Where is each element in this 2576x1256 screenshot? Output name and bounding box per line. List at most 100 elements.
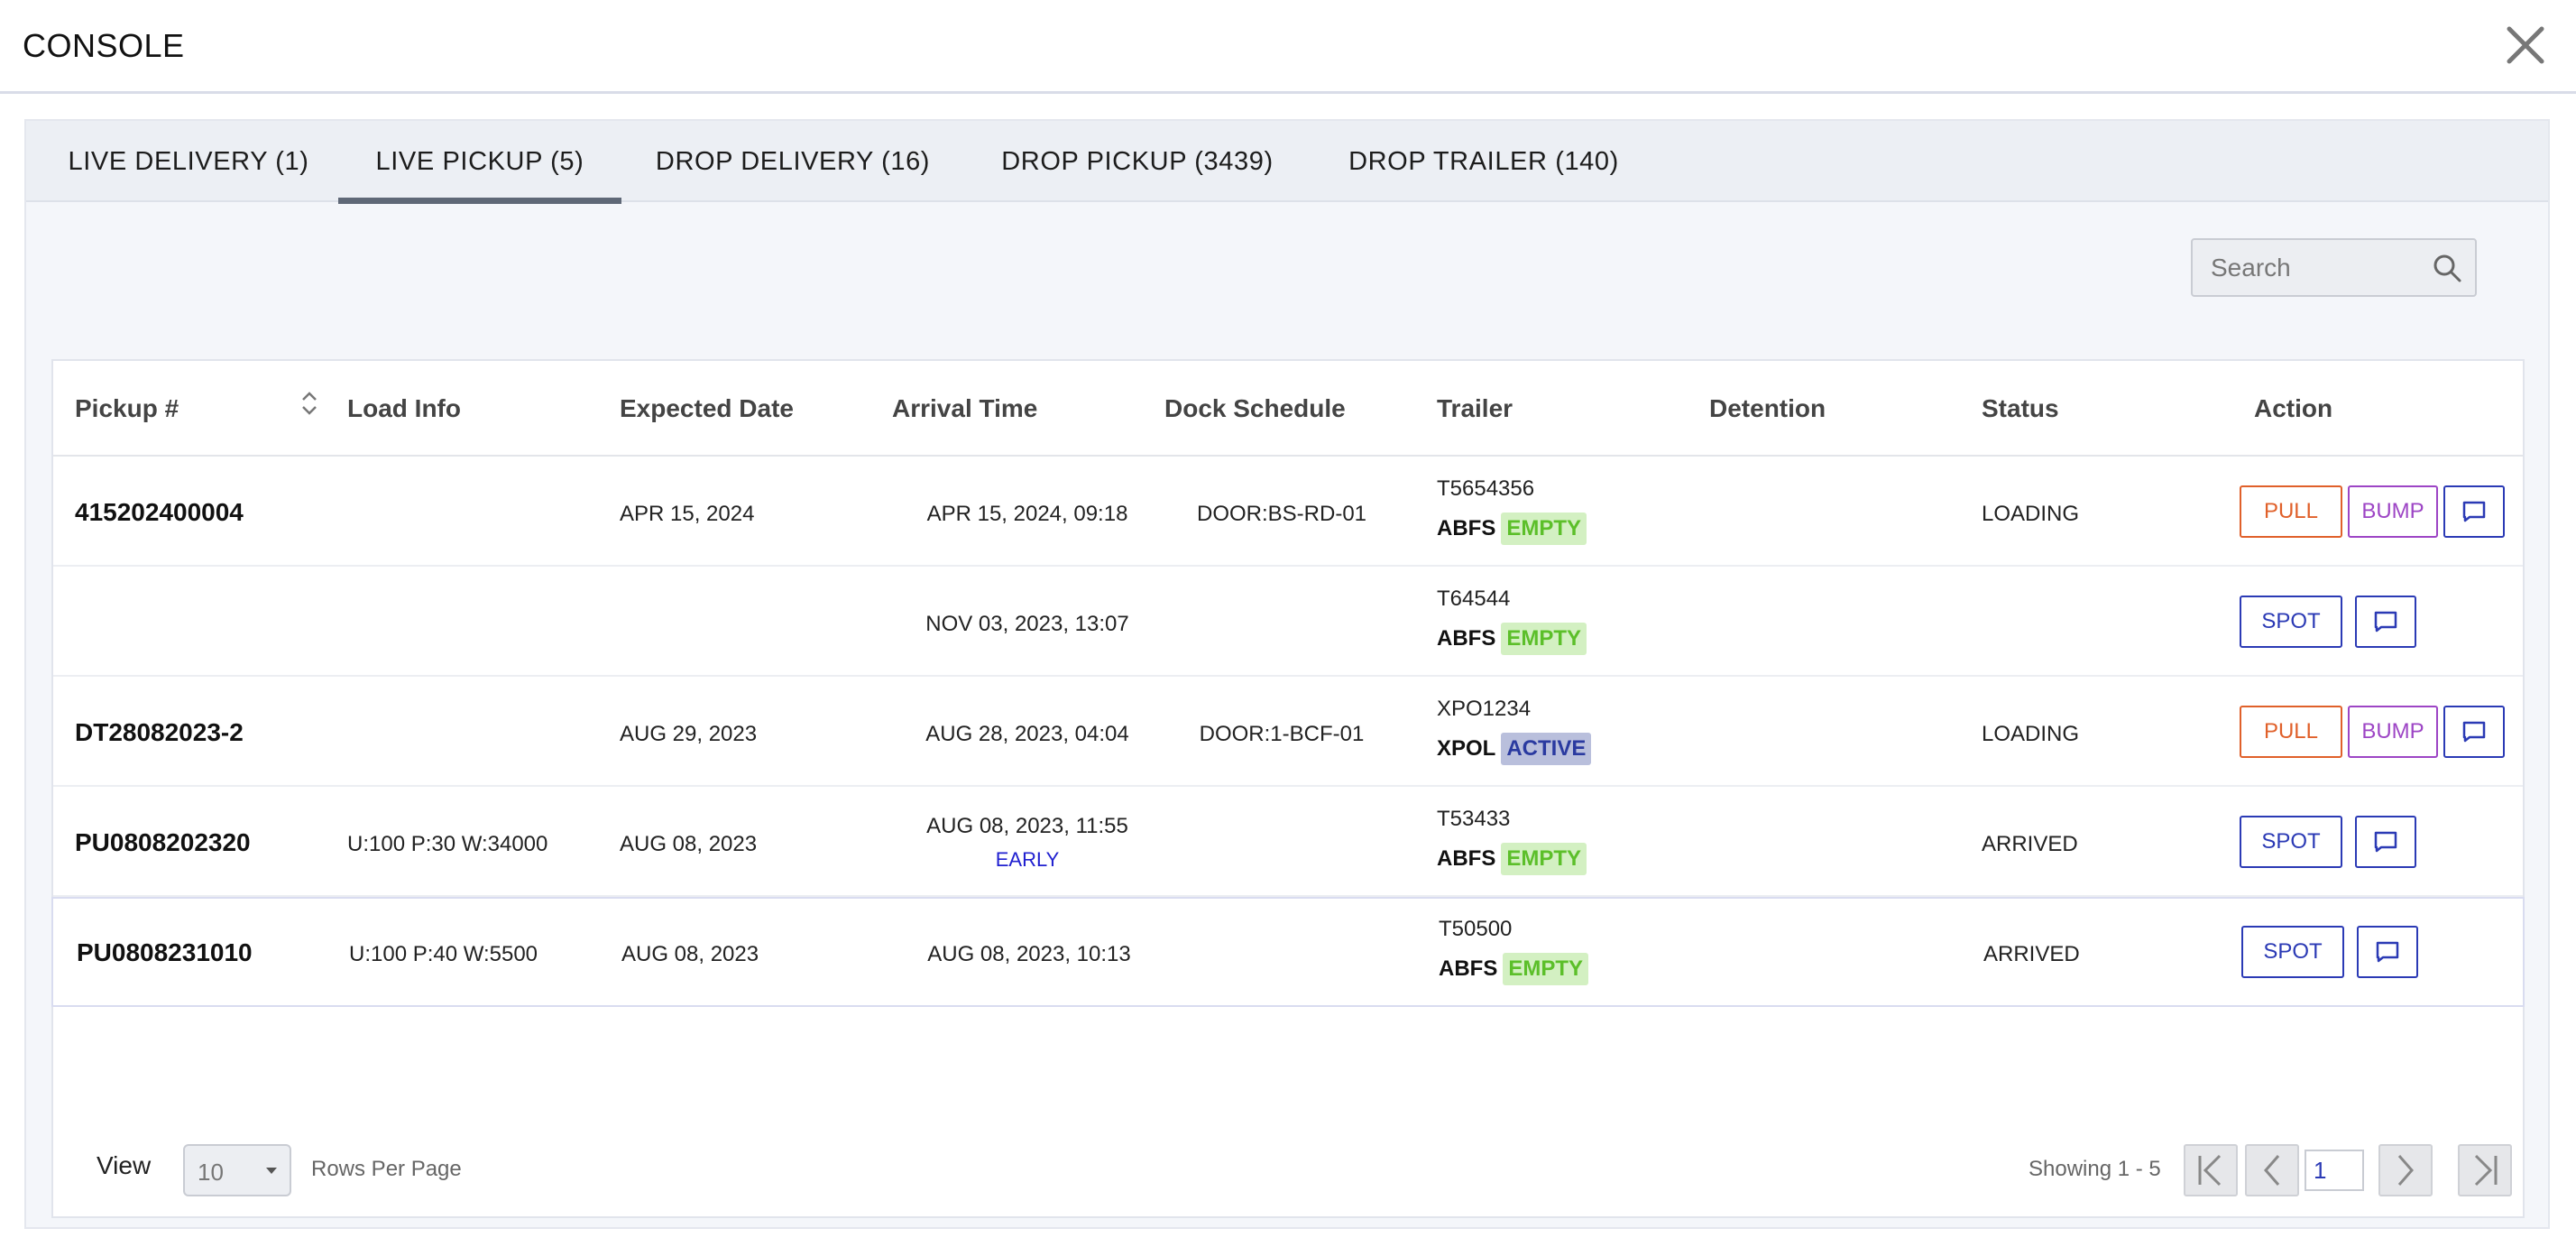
message-icon xyxy=(2462,501,2486,522)
column-header-trailer: Trailer xyxy=(1437,394,1513,422)
table-header: Pickup # Load Info Expected Date Arrival… xyxy=(53,361,2523,457)
column-header-action: Action xyxy=(2254,394,2333,422)
carrier-code: ABFS xyxy=(1437,846,1496,871)
message-button[interactable] xyxy=(2355,596,2416,648)
arrival-time: AUG 08, 2023, 11:55 xyxy=(926,814,1128,838)
showing-count: Showing 1 - 5 xyxy=(2029,1157,2161,1181)
search-box xyxy=(2191,238,2477,297)
column-header-arrival-time: Arrival Time xyxy=(892,394,1038,422)
chevron-down-icon xyxy=(266,1168,277,1174)
close-icon[interactable] xyxy=(2500,20,2551,70)
carrier-code: ABFS xyxy=(1437,516,1496,540)
tab-drop-delivery[interactable]: DROP DELIVERY (16) xyxy=(639,121,946,202)
table-row: PU0808231010 U:100 P:40 W:5500 AUG 08, 2… xyxy=(51,897,2525,1007)
arrival-time: AUG 08, 2023, 10:13 xyxy=(927,942,1131,966)
dock-schedule: DOOR:BS-RD-01 xyxy=(1196,502,1367,526)
message-icon xyxy=(2374,611,2397,633)
column-header-status: Status xyxy=(1982,394,2059,422)
spot-button[interactable]: SPOT xyxy=(2240,816,2342,868)
bump-button[interactable]: BUMP xyxy=(2348,485,2438,538)
arrival-time: NOV 03, 2023, 13:07 xyxy=(925,612,1129,636)
bump-button[interactable]: BUMP xyxy=(2348,706,2438,758)
carrier-code: ABFS xyxy=(1439,956,1498,981)
tab-drop-trailer[interactable]: DROP TRAILER (140) xyxy=(1330,121,1637,202)
early-label: EARLY xyxy=(995,848,1060,871)
pickup-number[interactable]: 415202400004 xyxy=(75,498,244,527)
tab-live-delivery[interactable]: LIVE DELIVERY (1) xyxy=(44,121,333,202)
rows-per-page-label: Rows Per Page xyxy=(311,1157,462,1181)
expected-date: AUG 08, 2023 xyxy=(620,832,758,856)
trailer-id: T64544 xyxy=(1437,586,1511,611)
dock-schedule: DOOR:1-BCF-01 xyxy=(1199,722,1365,746)
trailer-id: XPO1234 xyxy=(1437,697,1532,721)
table-row: 415202400004 APR 15, 2024 APR 15, 2024, … xyxy=(53,457,2523,567)
table-footer: View 10 Rows Per Page Showing 1 - 5 xyxy=(53,1065,2523,1218)
rows-per-page-value: 10 xyxy=(198,1159,224,1186)
pull-button[interactable]: PULL xyxy=(2240,485,2342,538)
previous-page-button[interactable] xyxy=(2245,1144,2299,1196)
column-header-expected-date: Expected Date xyxy=(620,394,794,422)
pull-button[interactable]: PULL xyxy=(2240,706,2342,758)
column-header-detention: Detention xyxy=(1709,394,1826,422)
load-info: U:100 P:30 W:34000 xyxy=(347,832,548,856)
first-page-button[interactable] xyxy=(2184,1144,2238,1196)
pickup-number[interactable]: DT28082023-2 xyxy=(75,718,244,747)
tab-bar: LIVE DELIVERY (1) LIVE PICKUP (5) DROP D… xyxy=(26,121,2548,204)
pickup-number[interactable]: PU0808202320 xyxy=(75,828,251,857)
message-button[interactable] xyxy=(2357,926,2418,978)
expected-date: APR 15, 2024 xyxy=(620,502,755,526)
trailer-id: T5654356 xyxy=(1437,476,1535,501)
column-header-pickup[interactable]: Pickup # xyxy=(75,361,179,457)
message-button[interactable] xyxy=(2443,706,2505,758)
search-input[interactable] xyxy=(2211,240,2427,295)
load-info: U:100 P:40 W:5500 xyxy=(349,942,538,966)
status-text: LOADING xyxy=(1982,722,2080,746)
table-row: PU0808202320 U:100 P:30 W:34000 AUG 08, … xyxy=(53,787,2523,897)
trailer-id: T50500 xyxy=(1439,917,1513,941)
spot-button[interactable]: SPOT xyxy=(2241,926,2344,978)
status-text: ARRIVED xyxy=(1983,942,2080,966)
trailer-info: XPOL ACTIVE xyxy=(1437,733,1592,765)
spot-button[interactable]: SPOT xyxy=(2240,596,2342,648)
pickup-number[interactable]: PU0808231010 xyxy=(77,938,253,967)
trailer-info: ABFS EMPTY xyxy=(1437,843,1587,875)
trailer-info: ABFS EMPTY xyxy=(1437,513,1587,545)
search-icon[interactable] xyxy=(2432,253,2462,283)
pickup-table: Pickup # Load Info Expected Date Arrival… xyxy=(51,359,2525,1218)
carrier-code: ABFS xyxy=(1437,626,1496,651)
message-button[interactable] xyxy=(2355,816,2416,868)
trailer-status-badge: ACTIVE xyxy=(1501,733,1592,765)
trailer-status-badge: EMPTY xyxy=(1503,953,1589,985)
trailer-status-badge: EMPTY xyxy=(1501,843,1587,875)
trailer-id: T53433 xyxy=(1437,807,1511,831)
last-page-button[interactable] xyxy=(2458,1144,2512,1196)
rows-per-page-select[interactable]: 10 xyxy=(183,1144,291,1196)
tab-live-pickup[interactable]: LIVE PICKUP (5) xyxy=(338,121,621,204)
message-button[interactable] xyxy=(2443,485,2505,538)
message-icon xyxy=(2462,721,2486,743)
table-row: NOV 03, 2023, 13:07 T64544 ABFS EMPTY SPO… xyxy=(53,567,2523,677)
arrival-time: APR 15, 2024, 09:18 xyxy=(926,502,1128,526)
trailer-status-badge: EMPTY xyxy=(1501,623,1587,655)
trailer-status-badge: EMPTY xyxy=(1501,513,1587,545)
carrier-code: XPOL xyxy=(1437,736,1496,761)
console-panel: LIVE DELIVERY (1) LIVE PICKUP (5) DROP D… xyxy=(24,119,2550,1229)
page-number-input[interactable] xyxy=(2305,1150,2364,1191)
table-row: DT28082023-2 AUG 29, 2023 AUG 28, 2023, … xyxy=(53,677,2523,787)
message-icon xyxy=(2376,941,2399,963)
expected-date: AUG 08, 2023 xyxy=(621,942,759,966)
last-page-icon xyxy=(2474,1154,2498,1187)
status-text: ARRIVED xyxy=(1982,832,2078,856)
arrival-time: AUG 28, 2023, 04:04 xyxy=(925,722,1129,746)
trailer-info: ABFS EMPTY xyxy=(1439,953,1589,985)
chevron-right-icon xyxy=(2397,1155,2414,1186)
chevron-left-icon xyxy=(2264,1155,2280,1186)
tab-drop-pickup[interactable]: DROP PICKUP (3439) xyxy=(988,121,1287,202)
column-header-load-info: Load Info xyxy=(347,394,461,422)
sort-icon[interactable] xyxy=(299,390,320,417)
column-header-dock-schedule: Dock Schedule xyxy=(1164,394,1346,422)
next-page-button[interactable] xyxy=(2378,1144,2433,1196)
first-page-icon xyxy=(2198,1154,2222,1187)
console-header: CONSOLE xyxy=(0,0,2576,94)
message-icon xyxy=(2374,831,2397,853)
